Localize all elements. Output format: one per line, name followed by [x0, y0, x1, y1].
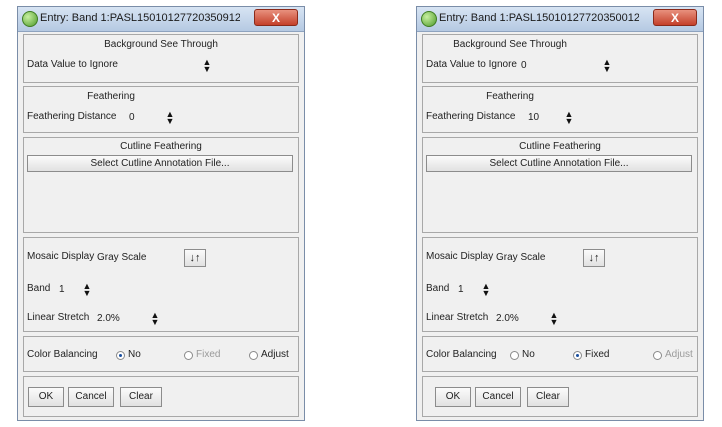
up-down-spinner-icon[interactable]: ▲ ▼ [81, 282, 93, 298]
linear-stretch-input[interactable]: 2.0% [97, 312, 137, 326]
ok-button[interactable]: OK [435, 387, 471, 407]
feathering-distance-input[interactable]: 10 [528, 111, 558, 125]
button-panel: OK Cancel Clear [422, 376, 698, 417]
title-bar[interactable]: Entry: Band 1:PASL150101277203509120... … [18, 7, 304, 32]
mosaic-display-label: Mosaic Display [27, 251, 95, 262]
band-input[interactable]: 1 [458, 283, 473, 297]
background-heading: Background See Through [453, 39, 567, 50]
ignore-value-input[interactable] [122, 59, 172, 73]
radio-adjust[interactable] [249, 351, 258, 360]
linear-stretch-label: Linear Stretch [27, 312, 90, 323]
globe-icon [22, 11, 38, 27]
background-panel: Background See Through Data Value to Ign… [23, 34, 299, 83]
window-title: Entry: Band 1:PASL150101277203500120... [439, 12, 639, 24]
radio-no[interactable] [116, 351, 125, 360]
background-panel: Background See Through Data Value to Ign… [422, 34, 698, 83]
sort-swap-icon[interactable]: ↓↑ [184, 249, 206, 267]
ignore-label: Data Value to Ignore [426, 59, 517, 70]
linear-stretch-input[interactable]: 2.0% [496, 312, 536, 326]
mosaic-panel: Mosaic Display Gray Scale ↓↑ Band 1 ▲ ▼ L… [422, 237, 698, 332]
radio-adjust-label: Adjust [261, 349, 289, 360]
radio-no[interactable] [510, 351, 519, 360]
radio-fixed-label: Fixed [585, 349, 610, 360]
select-cutline-button[interactable]: Select Cutline Annotation File... [426, 155, 692, 172]
radio-no-label: No [522, 349, 535, 360]
feathering-panel: Feathering Feathering Distance 0 ▲ ▼ [23, 86, 299, 133]
feathering-distance-input[interactable]: 0 [129, 111, 159, 125]
color-balancing-label: Color Balancing [27, 349, 98, 360]
cancel-button[interactable]: Cancel [475, 387, 521, 407]
cutline-panel: Cutline Feathering Select Cutline Annota… [23, 137, 299, 233]
feathering-heading: Feathering [87, 91, 135, 102]
feathering-heading: Feathering [486, 91, 534, 102]
ok-button[interactable]: OK [28, 387, 64, 407]
button-panel: OK Cancel Clear [23, 376, 299, 417]
feathering-distance-label: Feathering Distance [27, 111, 117, 122]
color-balancing-label: Color Balancing [426, 349, 497, 360]
ignore-value-input[interactable]: 0 [521, 59, 561, 73]
feathering-distance-label: Feathering Distance [426, 111, 516, 122]
radio-no-label: No [128, 349, 141, 360]
up-down-spinner-icon[interactable]: ▲ ▼ [548, 311, 560, 327]
band-label: Band [27, 283, 51, 294]
cancel-button[interactable]: Cancel [68, 387, 114, 407]
feathering-panel: Feathering Feathering Distance 10 ▲ ▼ [422, 86, 698, 133]
select-cutline-button[interactable]: Select Cutline Annotation File... [27, 155, 293, 172]
color-balancing-panel: Color Balancing No Fixed Adjust [23, 336, 299, 372]
radio-fixed[interactable] [184, 351, 193, 360]
color-balancing-panel: Color Balancing No Fixed Adjust [422, 336, 698, 372]
close-button[interactable]: X [653, 9, 697, 26]
close-button[interactable]: X [254, 9, 298, 26]
cutline-panel: Cutline Feathering Select Cutline Annota… [422, 137, 698, 233]
background-heading: Background See Through [104, 39, 218, 50]
band-label: Band [426, 283, 450, 294]
up-down-spinner-icon[interactable]: ▲ ▼ [164, 110, 176, 126]
clear-button[interactable]: Clear [120, 387, 162, 407]
mosaic-display-value[interactable]: Gray Scale [496, 251, 566, 265]
radio-adjust-label: Adjust [665, 349, 693, 360]
up-down-spinner-icon[interactable]: ▲ ▼ [149, 311, 161, 327]
up-down-spinner-icon[interactable]: ▲ ▼ [201, 58, 213, 74]
mosaic-display-label: Mosaic Display [426, 251, 494, 262]
entry-window-left: Entry: Band 1:PASL150101277203509120... … [17, 6, 305, 421]
entry-window-right: Entry: Band 1:PASL150101277203500120... … [416, 6, 704, 421]
cutline-heading: Cutline Feathering [519, 141, 601, 152]
clear-button[interactable]: Clear [527, 387, 569, 407]
up-down-spinner-icon[interactable]: ▲ ▼ [480, 282, 492, 298]
radio-fixed-label: Fixed [196, 349, 221, 360]
ignore-label: Data Value to Ignore [27, 59, 118, 70]
up-down-spinner-icon[interactable]: ▲ ▼ [563, 110, 575, 126]
mosaic-panel: Mosaic Display Gray Scale ↓↑ Band 1 ▲ ▼ L… [23, 237, 299, 332]
band-input[interactable]: 1 [59, 283, 74, 297]
globe-icon [421, 11, 437, 27]
sort-swap-icon[interactable]: ↓↑ [583, 249, 605, 267]
mosaic-display-value[interactable]: Gray Scale [97, 251, 167, 265]
radio-fixed[interactable] [573, 351, 582, 360]
linear-stretch-label: Linear Stretch [426, 312, 489, 323]
cutline-heading: Cutline Feathering [120, 141, 202, 152]
window-title: Entry: Band 1:PASL150101277203509120... [40, 12, 240, 24]
up-down-spinner-icon[interactable]: ▲ ▼ [601, 58, 613, 74]
radio-adjust[interactable] [653, 351, 662, 360]
title-bar[interactable]: Entry: Band 1:PASL150101277203500120... … [417, 7, 703, 32]
